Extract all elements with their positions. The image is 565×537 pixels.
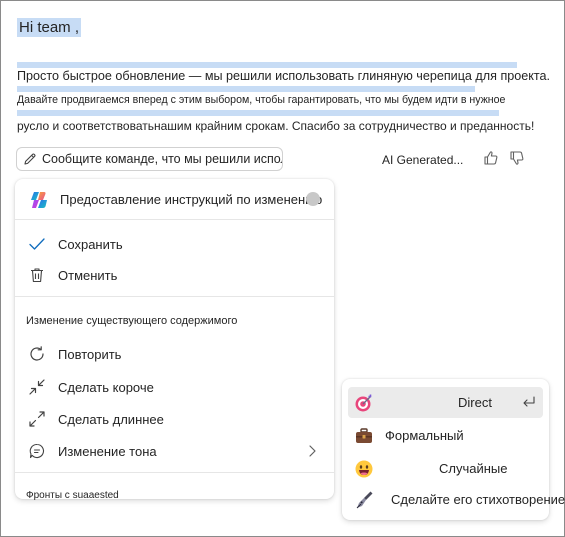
- retry-button[interactable]: Повторить: [15, 339, 334, 369]
- copilot-logo-icon: [31, 192, 47, 208]
- tone-option-formal[interactable]: Формальный: [348, 420, 543, 451]
- save-button[interactable]: Сохранить: [15, 229, 334, 259]
- change-tone-button[interactable]: Изменение тона: [15, 436, 334, 466]
- tone-option-casual[interactable]: Случайные: [348, 453, 543, 484]
- editor-canvas: Hi team , Просто быстрое обновление — мы…: [0, 0, 565, 537]
- refresh-icon: [28, 345, 46, 363]
- discard-button[interactable]: Отменить: [15, 260, 334, 290]
- ai-generated-label: AI Generated...: [382, 153, 464, 167]
- doc-line-1[interactable]: Просто быстрое обновление — мы решили ис…: [17, 68, 550, 84]
- briefcase-icon: [356, 428, 372, 443]
- doc-line-2[interactable]: Давайте продвигаемся вперед с этим выбор…: [17, 92, 505, 108]
- thumbs-up-icon[interactable]: [482, 149, 500, 167]
- tone-submenu: Direct Формальный Случайные Сделайте его…: [342, 379, 565, 520]
- pencil-icon: [24, 153, 36, 165]
- copilot-menu: Предоставление инструкций по изменению С…: [15, 179, 334, 501]
- prompt-pill[interactable]: Сообщите команде, что мы решили использо…: [16, 147, 283, 171]
- thumbs-down-icon[interactable]: [508, 149, 526, 167]
- shrink-arrows-icon: [28, 378, 46, 396]
- trash-icon: [28, 266, 46, 284]
- selection-highlight: [17, 110, 499, 116]
- divider: [15, 219, 334, 220]
- make-shorter-button[interactable]: Сделать короче: [15, 372, 334, 402]
- doc-line-3[interactable]: русло и соответствоватьнашим крайним сро…: [17, 118, 534, 134]
- fountain-pen-icon: [356, 491, 373, 509]
- close-icon[interactable]: [306, 192, 320, 206]
- prompt-text: Сообщите команде, что мы решили использо…: [42, 152, 282, 166]
- tone-option-poem[interactable]: Сделайте его стихотворением: [348, 484, 565, 515]
- enter-return-icon: [523, 396, 535, 407]
- expand-arrows-icon: [28, 410, 46, 428]
- grinning-face-icon: [355, 460, 373, 478]
- tone-option-direct[interactable]: Direct: [348, 387, 543, 418]
- menu-header: Предоставление инструкций по изменению: [15, 179, 334, 219]
- checkmark-icon: [28, 235, 46, 253]
- make-longer-button[interactable]: Сделать длиннее: [15, 404, 334, 434]
- divider: [15, 296, 334, 297]
- footer-text: Фронты с suaaested: [26, 490, 119, 501]
- divider: [15, 472, 334, 473]
- greeting-text[interactable]: Hi team ,: [17, 18, 82, 38]
- chevron-right-icon: [309, 445, 316, 457]
- section-label: Изменение существующего содержимого: [26, 315, 238, 327]
- chat-bubble-icon: [28, 442, 46, 460]
- target-icon: [355, 394, 372, 412]
- menu-title: Предоставление инструкций по изменению: [60, 192, 323, 207]
